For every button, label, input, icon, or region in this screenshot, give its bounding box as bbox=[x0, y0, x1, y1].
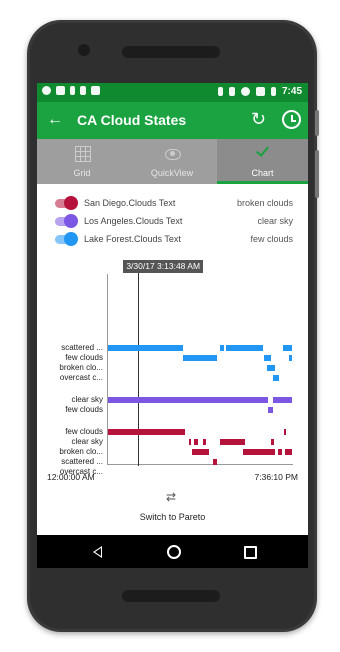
timeline-segment bbox=[282, 345, 292, 351]
skype-icon bbox=[42, 86, 51, 95]
volume-button bbox=[315, 150, 319, 198]
timeline-chart[interactable]: 3/30/17 3:13:48 AM 12:00:00 AM 7:36:10 P… bbox=[37, 258, 308, 493]
timeline-segment bbox=[108, 345, 184, 351]
timeline-segment bbox=[192, 449, 210, 455]
timeline-segment bbox=[273, 375, 279, 381]
grid-icon bbox=[75, 146, 91, 162]
legend-series-name: San Diego.Clouds Text bbox=[84, 198, 176, 208]
status-bar: 7:45 bbox=[37, 83, 308, 102]
image-icon bbox=[56, 86, 65, 95]
timeline-segment bbox=[289, 355, 292, 361]
legend-item-san-diego: San Diego.Clouds Text broken clouds bbox=[51, 196, 301, 214]
timeline-segment bbox=[226, 345, 263, 351]
row-label: few clouds bbox=[65, 405, 103, 414]
briefcase-icon bbox=[91, 86, 100, 95]
y-axis bbox=[107, 274, 108, 464]
nav-back-icon[interactable] bbox=[93, 546, 102, 558]
row-label: clear sky bbox=[71, 437, 103, 446]
tab-label: Chart bbox=[251, 168, 274, 178]
nav-recents-icon[interactable] bbox=[244, 546, 257, 559]
timeline-segment bbox=[219, 439, 246, 445]
active-tab-indicator bbox=[217, 181, 308, 184]
row-label: few clouds bbox=[65, 427, 103, 436]
timeline-segment bbox=[213, 459, 217, 465]
tab-chart[interactable]: Chart bbox=[217, 139, 308, 184]
timeline-segment bbox=[183, 355, 217, 361]
check-icon bbox=[255, 143, 270, 157]
download-icon bbox=[70, 86, 75, 95]
clock-icon[interactable] bbox=[282, 110, 301, 129]
system-nav-bar bbox=[37, 535, 308, 568]
row-label: few clouds bbox=[65, 353, 103, 362]
row-label: overcast c... bbox=[59, 467, 103, 476]
x-end-label: 7:36:10 PM bbox=[254, 472, 298, 482]
timeline-segment bbox=[273, 397, 292, 403]
legend-series-name: Lake Forest.Clouds Text bbox=[84, 234, 181, 244]
cursor-time-label: 3/30/17 3:13:48 AM bbox=[123, 260, 204, 273]
toggle-knob[interactable] bbox=[64, 214, 78, 228]
tab-grid[interactable]: Grid bbox=[37, 139, 127, 184]
wifi-icon bbox=[240, 87, 250, 96]
front-camera bbox=[78, 44, 90, 56]
timeline-segment bbox=[266, 365, 276, 371]
bluetooth-icon bbox=[217, 87, 223, 96]
power-button bbox=[315, 110, 319, 136]
screen: 7:45 ← CA Cloud States ↻ Grid QuickView … bbox=[37, 83, 308, 568]
page-title: CA Cloud States bbox=[77, 112, 187, 128]
legend-current-value: clear sky bbox=[257, 216, 293, 226]
row-label: clear sky bbox=[71, 395, 103, 404]
switch-to-pareto-button[interactable]: Switch to Pareto bbox=[37, 512, 308, 522]
status-time: 7:45 bbox=[281, 86, 302, 97]
legend-current-value: broken clouds bbox=[236, 198, 293, 208]
timeline-segment bbox=[285, 449, 292, 455]
eye-icon bbox=[165, 149, 181, 160]
timeline-segment bbox=[277, 449, 282, 455]
swap-arrows-icon[interactable]: ⇄ bbox=[166, 490, 176, 504]
tab-bar: Grid QuickView Chart bbox=[37, 139, 308, 184]
series-legend: San Diego.Clouds Text broken clouds Los … bbox=[51, 196, 301, 250]
row-label: overcast c... bbox=[59, 373, 103, 382]
signal-icon bbox=[255, 87, 265, 96]
timeline-segment bbox=[243, 449, 276, 455]
timeline-segment bbox=[108, 397, 268, 403]
timeline-segment bbox=[188, 439, 192, 445]
earpiece-speaker bbox=[122, 46, 220, 58]
tab-label: Grid bbox=[73, 168, 91, 178]
legend-item-lake-forest: Lake Forest.Clouds Text few clouds bbox=[51, 232, 301, 250]
timeline-segment bbox=[202, 439, 207, 445]
timeline-segment bbox=[263, 355, 272, 361]
row-label: broken clo... bbox=[59, 363, 103, 372]
toggle-knob[interactable] bbox=[64, 196, 78, 210]
legend-series-name: Los Angeles.Clouds Text bbox=[84, 216, 183, 226]
timeline-segment bbox=[194, 439, 199, 445]
legend-current-value: few clouds bbox=[250, 234, 293, 244]
timeline-segment bbox=[271, 439, 275, 445]
tab-quickview[interactable]: QuickView bbox=[127, 139, 217, 184]
vibrate-icon bbox=[228, 87, 235, 96]
timeline-segment bbox=[219, 345, 225, 351]
timeline-segment bbox=[283, 429, 286, 435]
timeline-segment bbox=[267, 407, 274, 413]
bottom-speaker bbox=[122, 590, 220, 602]
row-label: scattered ... bbox=[61, 457, 103, 466]
x-axis bbox=[107, 464, 293, 465]
legend-item-los-angeles: Los Angeles.Clouds Text clear sky bbox=[51, 214, 301, 232]
arrow-back-icon[interactable]: ← bbox=[47, 111, 63, 129]
refresh-icon[interactable]: ↻ bbox=[251, 109, 266, 129]
usb-icon bbox=[80, 86, 86, 95]
app-bar: ← CA Cloud States ↻ bbox=[37, 102, 308, 139]
toggle-knob[interactable] bbox=[64, 232, 78, 246]
tab-label: QuickView bbox=[150, 168, 194, 178]
row-label: scattered ... bbox=[61, 343, 103, 352]
row-label: broken clo... bbox=[59, 447, 103, 456]
battery-icon bbox=[270, 87, 276, 96]
cursor-line[interactable] bbox=[138, 270, 140, 466]
nav-home-icon[interactable] bbox=[167, 545, 181, 559]
timeline-segment bbox=[108, 429, 185, 435]
